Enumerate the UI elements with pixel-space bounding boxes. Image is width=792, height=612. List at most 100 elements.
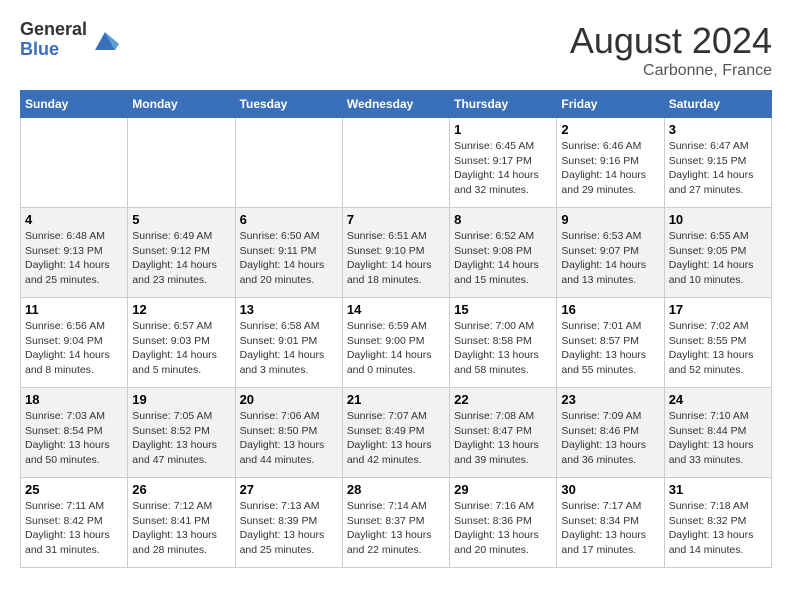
header-day-saturday: Saturday — [664, 91, 771, 118]
calendar-cell: 26Sunrise: 7:12 AM Sunset: 8:41 PM Dayli… — [128, 478, 235, 568]
calendar-cell: 25 Sunrise: 7:11 AM Sunset: 8:42 PM Dayli… — [21, 478, 128, 568]
calendar-cell: 12 Sunrise: 6:57 AM Sunset: 9:03 PM Dayli… — [128, 298, 235, 388]
header-day-tuesday: Tuesday — [235, 91, 342, 118]
calendar-cell: 31 Sunrise: 7:18 AM Sunset: 8:32 PM Dayli… — [664, 478, 771, 568]
header-day-friday: Friday — [557, 91, 664, 118]
day-number: 9 — [561, 212, 659, 227]
logo-icon — [91, 26, 119, 54]
calendar-cell: 21 Sunrise: 7:07 AM Sunset: 8:49 PM Dayli… — [342, 388, 449, 478]
calendar-cell: 29 Sunrise: 7:16 AM Sunset: 8:36 PM Dayli… — [450, 478, 557, 568]
calendar-cell: 9 Sunrise: 6:53 AM Sunset: 9:07 PM Daylig… — [557, 208, 664, 298]
calendar-cell: 24 Sunrise: 7:10 AM Sunset: 8:44 PM Dayli… — [664, 388, 771, 478]
day-info: Sunrise: 7:06 AM Sunset: 8:50 PM Dayligh… — [240, 409, 338, 468]
calendar-cell: 30 Sunrise: 7:17 AM Sunset: 8:34 PM Dayli… — [557, 478, 664, 568]
header-day-sunday: Sunday — [21, 91, 128, 118]
calendar-cell: 7 Sunrise: 6:51 AM Sunset: 9:10 PM Daylig… — [342, 208, 449, 298]
day-number: 31 — [669, 482, 767, 497]
day-info: Sunrise: 7:16 AM Sunset: 8:36 PM Dayligh… — [454, 499, 552, 558]
calendar-cell — [235, 118, 342, 208]
day-info: Sunrise: 6:50 AM Sunset: 9:11 PM Dayligh… — [240, 229, 338, 288]
day-number: 15 — [454, 302, 552, 317]
day-info: Sunrise: 6:57 AM Sunset: 9:03 PM Dayligh… — [132, 319, 230, 378]
week-row-1: 1 Sunrise: 6:45 AM Sunset: 9:17 PM Daylig… — [21, 118, 772, 208]
day-info: Sunrise: 7:14 AM Sunset: 8:37 PM Dayligh… — [347, 499, 445, 558]
day-info: Sunrise: 7:01 AM Sunset: 8:57 PM Dayligh… — [561, 319, 659, 378]
day-number: 2 — [561, 122, 659, 137]
calendar-cell: 27Sunrise: 7:13 AM Sunset: 8:39 PM Dayli… — [235, 478, 342, 568]
day-number: 18 — [25, 392, 123, 407]
day-info: Sunrise: 6:49 AM Sunset: 9:12 PM Dayligh… — [132, 229, 230, 288]
day-info: Sunrise: 6:45 AM Sunset: 9:17 PM Dayligh… — [454, 139, 552, 198]
day-info: Sunrise: 6:51 AM Sunset: 9:10 PM Dayligh… — [347, 229, 445, 288]
day-info: Sunrise: 7:03 AM Sunset: 8:54 PM Dayligh… — [25, 409, 123, 468]
header-day-wednesday: Wednesday — [342, 91, 449, 118]
calendar-cell: 23Sunrise: 7:09 AM Sunset: 8:46 PM Dayli… — [557, 388, 664, 478]
day-number: 4 — [25, 212, 123, 227]
day-info: Sunrise: 7:00 AM Sunset: 8:58 PM Dayligh… — [454, 319, 552, 378]
logo: General Blue — [20, 20, 119, 60]
day-number: 13 — [240, 302, 338, 317]
logo-blue: Blue — [20, 40, 87, 60]
calendar-cell: 20 Sunrise: 7:06 AM Sunset: 8:50 PM Dayli… — [235, 388, 342, 478]
header-row: SundayMondayTuesdayWednesdayThursdayFrid… — [21, 91, 772, 118]
day-info: Sunrise: 7:11 AM Sunset: 8:42 PM Dayligh… — [25, 499, 123, 558]
week-row-4: 18 Sunrise: 7:03 AM Sunset: 8:54 PM Dayli… — [21, 388, 772, 478]
day-info: Sunrise: 6:58 AM Sunset: 9:01 PM Dayligh… — [240, 319, 338, 378]
day-number: 22 — [454, 392, 552, 407]
day-info: Sunrise: 6:55 AM Sunset: 9:05 PM Dayligh… — [669, 229, 767, 288]
calendar-cell: 4 Sunrise: 6:48 AM Sunset: 9:13 PM Daylig… — [21, 208, 128, 298]
day-info: Sunrise: 7:18 AM Sunset: 8:32 PM Dayligh… — [669, 499, 767, 558]
month-title: August 2024 — [570, 20, 772, 62]
calendar-table: SundayMondayTuesdayWednesdayThursdayFrid… — [20, 90, 772, 568]
logo-general: General — [20, 20, 87, 40]
day-number: 25 — [25, 482, 123, 497]
calendar-cell: 8Sunrise: 6:52 AM Sunset: 9:08 PM Daylig… — [450, 208, 557, 298]
day-number: 17 — [669, 302, 767, 317]
day-info: Sunrise: 7:02 AM Sunset: 8:55 PM Dayligh… — [669, 319, 767, 378]
day-info: Sunrise: 6:46 AM Sunset: 9:16 PM Dayligh… — [561, 139, 659, 198]
calendar-cell: 22 Sunrise: 7:08 AM Sunset: 8:47 PM Dayli… — [450, 388, 557, 478]
calendar-cell: 11Sunrise: 6:56 AM Sunset: 9:04 PM Dayli… — [21, 298, 128, 388]
day-info: Sunrise: 6:47 AM Sunset: 9:15 PM Dayligh… — [669, 139, 767, 198]
day-number: 20 — [240, 392, 338, 407]
day-number: 14 — [347, 302, 445, 317]
day-number: 10 — [669, 212, 767, 227]
day-number: 24 — [669, 392, 767, 407]
calendar-cell: 2 Sunrise: 6:46 AM Sunset: 9:16 PM Daylig… — [557, 118, 664, 208]
day-number: 29 — [454, 482, 552, 497]
header-day-monday: Monday — [128, 91, 235, 118]
day-number: 12 — [132, 302, 230, 317]
day-number: 16 — [561, 302, 659, 317]
day-info: Sunrise: 7:05 AM Sunset: 8:52 PM Dayligh… — [132, 409, 230, 468]
calendar-cell: 18 Sunrise: 7:03 AM Sunset: 8:54 PM Dayli… — [21, 388, 128, 478]
calendar-cell: 28Sunrise: 7:14 AM Sunset: 8:37 PM Dayli… — [342, 478, 449, 568]
header-day-thursday: Thursday — [450, 91, 557, 118]
calendar-cell: 10 Sunrise: 6:55 AM Sunset: 9:05 PM Dayli… — [664, 208, 771, 298]
page-header: General Blue August 2024 Carbonne, Franc… — [20, 20, 772, 80]
day-info: Sunrise: 7:17 AM Sunset: 8:34 PM Dayligh… — [561, 499, 659, 558]
day-number: 21 — [347, 392, 445, 407]
calendar-cell: 6 Sunrise: 6:50 AM Sunset: 9:11 PM Daylig… — [235, 208, 342, 298]
calendar-cell — [128, 118, 235, 208]
day-info: Sunrise: 6:52 AM Sunset: 9:08 PM Dayligh… — [454, 229, 552, 288]
day-info: Sunrise: 6:48 AM Sunset: 9:13 PM Dayligh… — [25, 229, 123, 288]
week-row-3: 11Sunrise: 6:56 AM Sunset: 9:04 PM Dayli… — [21, 298, 772, 388]
day-number: 30 — [561, 482, 659, 497]
calendar-cell: 19 Sunrise: 7:05 AM Sunset: 8:52 PM Dayli… — [128, 388, 235, 478]
day-number: 1 — [454, 122, 552, 137]
day-number: 6 — [240, 212, 338, 227]
day-info: Sunrise: 7:07 AM Sunset: 8:49 PM Dayligh… — [347, 409, 445, 468]
day-info: Sunrise: 7:10 AM Sunset: 8:44 PM Dayligh… — [669, 409, 767, 468]
day-info: Sunrise: 6:53 AM Sunset: 9:07 PM Dayligh… — [561, 229, 659, 288]
day-number: 19 — [132, 392, 230, 407]
day-info: Sunrise: 7:12 AM Sunset: 8:41 PM Dayligh… — [132, 499, 230, 558]
calendar-cell — [342, 118, 449, 208]
title-area: August 2024 Carbonne, France — [570, 20, 772, 80]
calendar-cell: 14Sunrise: 6:59 AM Sunset: 9:00 PM Dayli… — [342, 298, 449, 388]
day-number: 7 — [347, 212, 445, 227]
calendar-cell: 13 Sunrise: 6:58 AM Sunset: 9:01 PM Dayli… — [235, 298, 342, 388]
day-info: Sunrise: 7:08 AM Sunset: 8:47 PM Dayligh… — [454, 409, 552, 468]
day-number: 11 — [25, 302, 123, 317]
calendar-cell: 5Sunrise: 6:49 AM Sunset: 9:12 PM Daylig… — [128, 208, 235, 298]
day-info: Sunrise: 7:13 AM Sunset: 8:39 PM Dayligh… — [240, 499, 338, 558]
